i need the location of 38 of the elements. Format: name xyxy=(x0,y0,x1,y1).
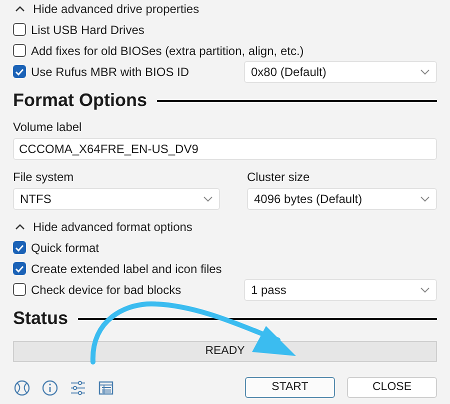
advanced-toggle[interactable]: Hide advanced drive properties xyxy=(13,0,437,19)
checkbox[interactable] xyxy=(13,283,26,296)
dialog-button[interactable]: CLOSE xyxy=(347,377,437,398)
checkmark-icon xyxy=(15,264,24,272)
globe-icon[interactable] xyxy=(14,380,30,396)
checkbox-label[interactable]: Add fixes for old BIOSes (extra partition, align, etc.) xyxy=(31,42,304,60)
checkbox[interactable] xyxy=(13,44,26,57)
checkbox[interactable] xyxy=(13,23,26,36)
chevron-down-icon xyxy=(420,286,430,292)
dialog-button[interactable]: START xyxy=(245,377,335,398)
field-label: Cluster size xyxy=(247,169,311,186)
volume-label-field[interactable]: CCCOMA_X64FRE_EN-US_DV9 xyxy=(13,138,437,160)
checkmark-icon xyxy=(15,244,24,252)
info-icon[interactable] xyxy=(42,380,58,396)
field-label: Volume label xyxy=(13,119,83,136)
field-label: File system xyxy=(13,169,75,186)
advanced-toggle[interactable]: Hide advanced format options xyxy=(13,216,192,237)
checkbox-label[interactable]: List USB Hard Drives xyxy=(31,20,144,38)
checkbox-label[interactable]: Quick format xyxy=(31,238,100,256)
section-heading: Status xyxy=(13,307,68,330)
chevron-down-icon xyxy=(420,68,430,74)
dropdown[interactable]: 4096 bytes (Default) xyxy=(247,188,437,210)
checkbox[interactable] xyxy=(13,241,26,254)
checkbox-label[interactable]: Create extended label and icon files xyxy=(31,260,222,278)
status-bar: READY xyxy=(13,341,437,362)
dropdown[interactable]: 1 pass xyxy=(244,278,437,300)
log-icon[interactable] xyxy=(98,380,114,396)
chevron-down-icon xyxy=(203,196,213,202)
dropdown[interactable]: 0x80 (Default) xyxy=(244,60,437,82)
checkbox-label[interactable]: Check device for bad blocks xyxy=(31,280,182,298)
checkbox-label[interactable]: Use Rufus MBR with BIOS ID xyxy=(31,62,190,80)
checkbox[interactable] xyxy=(13,65,26,78)
section-heading: Format Options xyxy=(13,89,147,112)
checkmark-icon xyxy=(15,68,24,76)
checkbox[interactable] xyxy=(13,262,26,275)
chevron-down-icon xyxy=(420,196,430,202)
dropdown[interactable]: NTFS xyxy=(13,188,220,210)
settings-icon[interactable] xyxy=(70,380,86,396)
